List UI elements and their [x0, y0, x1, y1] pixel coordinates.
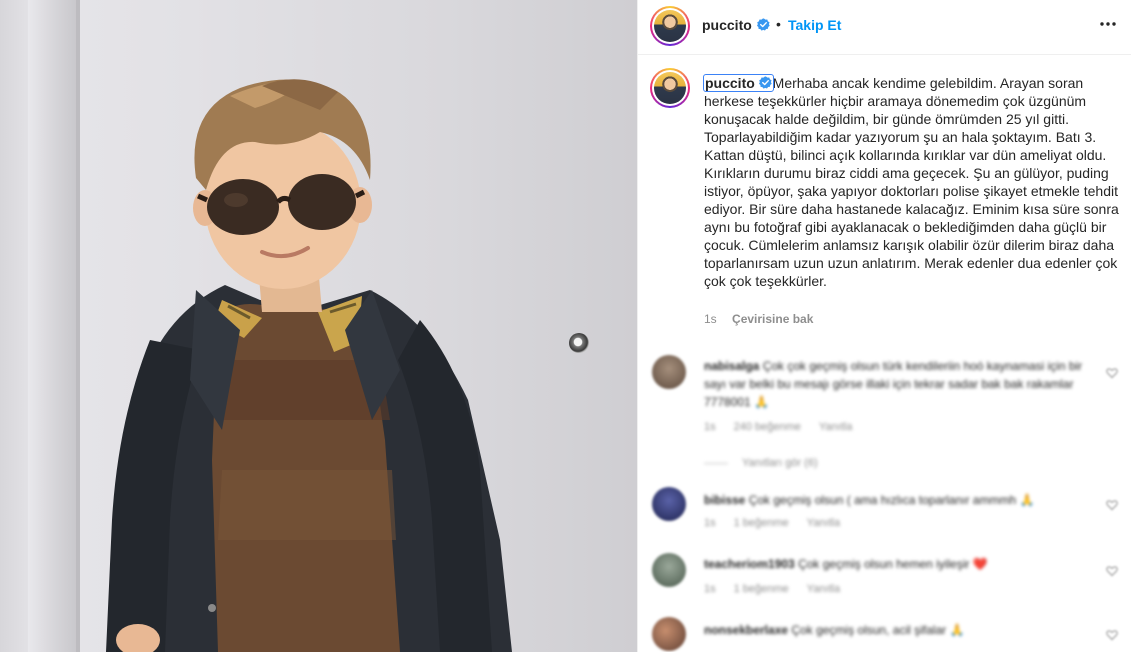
like-heart-icon[interactable] [1106, 367, 1118, 379]
post-sidebar: puccito • Takip Et puccito Merhaba ancak… [637, 0, 1131, 652]
verified-badge-icon [758, 76, 772, 89]
commenter-avatar[interactable] [652, 553, 686, 587]
caption-time[interactable]: 1s [704, 312, 717, 326]
comment-text: bibisse Çok geçmiş olsun ( ama hızlıca t… [704, 493, 1035, 507]
view-replies-link[interactable]: Yanıtları gör (6) [704, 457, 818, 469]
translate-link[interactable]: Çevirisine bak [732, 312, 813, 326]
like-heart-icon[interactable] [1106, 629, 1118, 641]
boy-illustration [106, 79, 512, 652]
more-options-icon[interactable] [1098, 14, 1118, 34]
commenter-avatar[interactable] [652, 617, 686, 651]
verified-badge-icon [757, 18, 770, 31]
caption-body: puccito Merhaba ancak kendime gelebildim… [703, 74, 1122, 290]
comment-meta: 1s 240 beğenme Yanıtla [704, 421, 853, 433]
commenter-avatar[interactable] [652, 355, 686, 389]
comment-meta: 1s 1 beğenme Yanıtla [704, 583, 841, 595]
comments-list: nabisalga Çok çok geçmiş olsun türk kend… [638, 345, 1131, 652]
commenter-avatar[interactable] [652, 487, 686, 521]
post-header: puccito • Takip Et [638, 0, 1131, 55]
comment-text: teacheriom1903 Çok geçmiş olsun hemen iy… [704, 557, 988, 571]
caption-text: Merhaba ancak kendime gelebildim. Arayan… [704, 75, 1119, 289]
caption-meta: 1s Çevirisine bak [704, 312, 813, 326]
comment-text: nonsekberlaxe Çok geçmiş olsun, acil şif… [704, 623, 965, 637]
post-photo[interactable] [0, 0, 637, 652]
caption-username[interactable]: puccito [703, 74, 774, 92]
comment-text: nabisalga Çok çok geçmiş olsun türk kend… [704, 359, 1083, 409]
follow-button[interactable]: Takip Et [788, 17, 841, 33]
comment-meta: 1s 1 beğenme Yanıtla [704, 517, 841, 529]
author-avatar[interactable] [650, 6, 690, 46]
like-heart-icon[interactable] [1106, 565, 1118, 577]
caption-author-avatar[interactable] [650, 68, 690, 108]
author-username[interactable]: puccito [702, 17, 752, 33]
header-separator: • [776, 16, 781, 32]
like-heart-icon[interactable] [1106, 499, 1118, 511]
